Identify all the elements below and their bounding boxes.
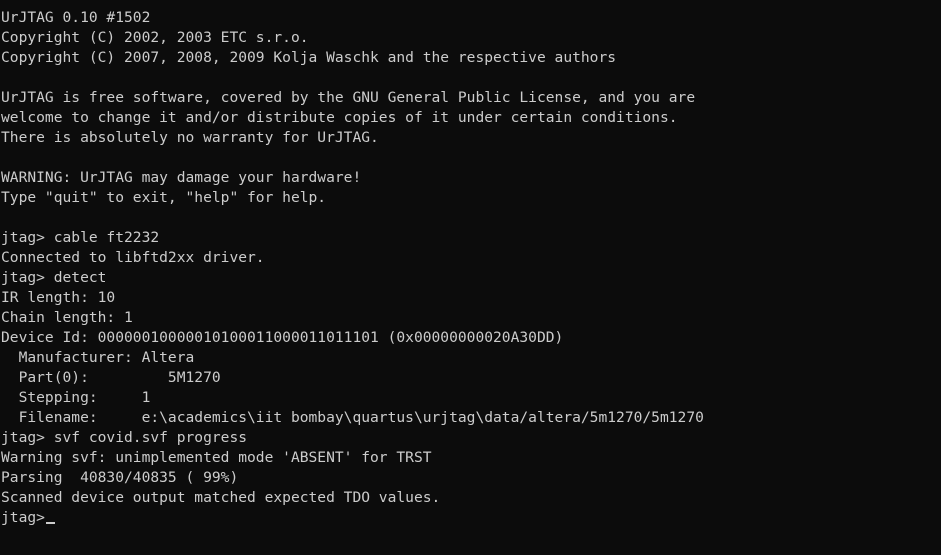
console-line: Scanned device output matched expected T…: [1, 489, 441, 506]
command-prompt: jtag>: [1, 509, 45, 526]
console-line: IR length: 10: [1, 289, 116, 306]
console-line: jtag> cable ft2232: [1, 229, 160, 246]
console-line: UrJTAG 0.10 #1502: [1, 9, 151, 26]
console-line: Manufacturer: Altera: [1, 349, 195, 366]
console-line: UrJTAG is free software, covered by the …: [1, 89, 696, 106]
console-line: Stepping: 1: [1, 389, 151, 406]
console-line: There is absolutely no warranty for UrJT…: [1, 129, 379, 146]
command-prompt-line[interactable]: jtag>: [1, 508, 941, 528]
console-line: Part(0): 5M1270: [1, 369, 221, 386]
console-line: jtag> detect: [1, 269, 107, 286]
console-line: Copyright (C) 2007, 2008, 2009 Kolja Was…: [1, 49, 617, 66]
console-line: Copyright (C) 2002, 2003 ETC s.r.o.: [1, 29, 309, 46]
console-line: jtag> svf covid.svf progress: [1, 429, 248, 446]
terminal-window[interactable]: UrJTAG 0.10 #1502 Copyright (C) 2002, 20…: [0, 0, 941, 555]
console-line: Type "quit" to exit, "help" for help.: [1, 189, 327, 206]
console-line: Parsing 40830/40835 ( 99%): [1, 469, 239, 486]
console-line: welcome to change it and/or distribute c…: [1, 109, 678, 126]
console-line: Device Id: 00000010000010100011000011011…: [1, 329, 564, 346]
console-line: Filename: e:\academics\iit bombay\quartu…: [1, 409, 704, 426]
console-line: Warning svf: unimplemented mode 'ABSENT'…: [1, 449, 432, 466]
text-cursor: [45, 522, 55, 524]
console-line: Connected to libftd2xx driver.: [1, 249, 265, 266]
console-line: Chain length: 1: [1, 309, 133, 326]
console-line: WARNING: UrJTAG may damage your hardware…: [1, 169, 362, 186]
